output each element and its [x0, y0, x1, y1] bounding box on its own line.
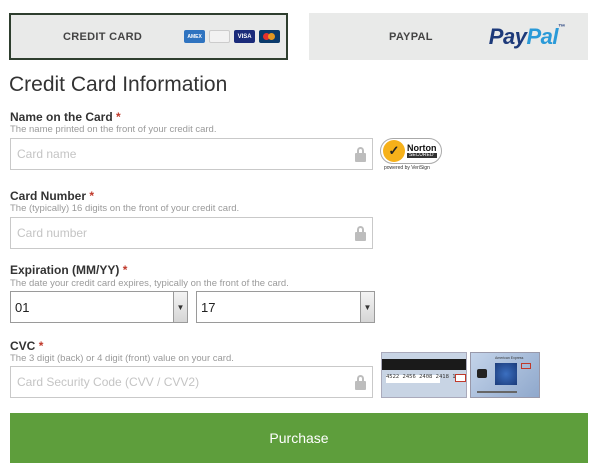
card-logos: AMEX VISA	[184, 30, 281, 43]
expiration-year-select[interactable]: 17 ▼	[196, 291, 375, 323]
purchase-button[interactable]: Purchase	[10, 413, 588, 463]
tab-paypal[interactable]: PAYPAL PayPal™	[309, 13, 588, 60]
visa-icon: VISA	[234, 30, 256, 43]
expiration-year-value: 17	[201, 299, 216, 315]
name-field-help: The name printed on the front of your cr…	[10, 124, 217, 135]
card-number-placeholder: Card number	[17, 226, 88, 240]
amex-icon: AMEX	[184, 30, 206, 43]
tab-credit-card-label: CREDIT CARD	[63, 30, 143, 43]
chevron-down-icon[interactable]: ▼	[173, 292, 187, 322]
cvc-label: CVC *	[10, 339, 44, 353]
page-title: Credit Card Information	[9, 73, 228, 96]
card-name-placeholder: Card name	[17, 147, 77, 161]
norton-secured-badge: ✓ Norton SECURED powered by VeriSign	[380, 138, 446, 174]
expiration-label: Expiration (MM/YY) *	[10, 263, 128, 277]
chevron-down-icon[interactable]: ▼	[360, 292, 374, 322]
paypal-logo-icon: PayPal™	[488, 23, 565, 49]
card-number-input[interactable]: Card number	[10, 217, 373, 249]
tab-credit-card[interactable]: CREDIT CARD AMEX VISA	[9, 13, 288, 60]
mastercard-icon	[259, 30, 281, 43]
card-front-cvc-image: American Express	[470, 352, 540, 398]
discover-icon	[209, 30, 231, 43]
card-number-label: Card Number *	[10, 189, 95, 203]
cvc-placeholder: Card Security Code (CVV / CVV2)	[17, 375, 200, 389]
checkmark-icon: ✓	[383, 140, 405, 162]
cvc-input[interactable]: Card Security Code (CVV / CVV2)	[10, 366, 373, 398]
lock-icon	[355, 375, 366, 390]
expiration-help: The date your credit card expires, typic…	[10, 278, 289, 289]
cvc-help: The 3 digit (back) or 4 digit (front) va…	[10, 353, 234, 364]
lock-icon	[355, 226, 366, 241]
expiration-month-select[interactable]: 01 ▼	[10, 291, 188, 323]
expiration-month-value: 01	[15, 299, 30, 315]
card-back-cvc-image: 4522 2456 2408 2418 123	[381, 352, 467, 398]
tab-paypal-label: PAYPAL	[389, 30, 433, 43]
card-name-input[interactable]: Card name	[10, 138, 373, 170]
card-number-help: The (typically) 16 digits on the front o…	[10, 203, 240, 214]
name-field-label: Name on the Card *	[10, 110, 121, 124]
lock-icon	[355, 147, 366, 162]
